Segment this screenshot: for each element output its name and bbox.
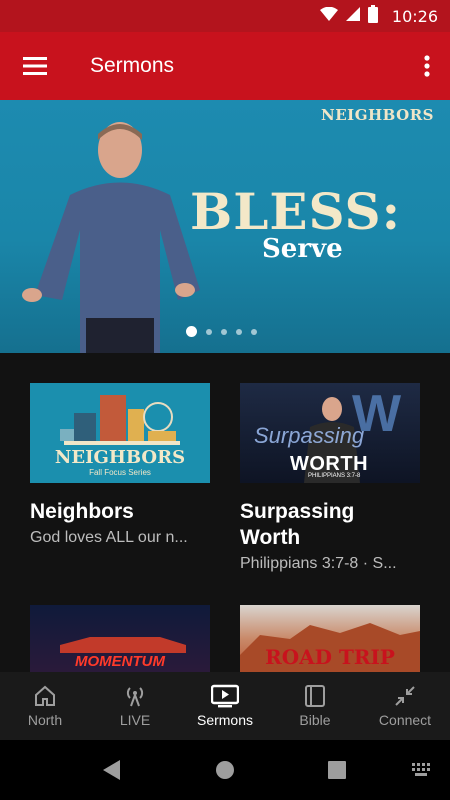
back-icon[interactable] [102, 760, 122, 780]
thumbnail-subtext: PHILIPPIANS 3:7-8 [308, 473, 361, 479]
thumbnail-subtext: Fall Focus Series [89, 468, 151, 477]
sermon-thumbnail: ROAD TRIP [240, 605, 420, 672]
more-vert-icon [424, 55, 430, 77]
sermon-title: Surpassing Worth [240, 500, 355, 549]
carousel-dot[interactable] [251, 328, 257, 335]
cell-signal-icon [345, 6, 360, 26]
thumbnail-text: NEIGHBORS [54, 447, 186, 468]
nav-label: Connect [378, 712, 432, 728]
nav-item-connect[interactable]: Connect [360, 672, 450, 740]
menu-button[interactable] [0, 32, 70, 100]
sermon-card[interactable]: ROAD TRIP [240, 605, 420, 672]
nav-label: LIVE [119, 712, 151, 728]
carousel-dot[interactable] [236, 328, 242, 335]
sermon-thumbnail: MOMENTUM [30, 605, 210, 672]
series-logo: NEIGHBORS [321, 106, 434, 124]
home-icon [35, 685, 55, 706]
overflow-menu-button[interactable] [404, 32, 450, 100]
broadcast-icon [126, 687, 144, 707]
page-title: Sermons [90, 54, 175, 77]
home-circle-icon[interactable] [215, 760, 235, 780]
nav-label: Bible [299, 712, 331, 728]
clock: 10:26 [391, 6, 438, 26]
battery-icon [367, 4, 378, 28]
keyboard-icon[interactable] [412, 763, 432, 777]
nav-item-sermons[interactable]: Sermons [180, 672, 270, 740]
nav-item-live[interactable]: LIVE [90, 672, 180, 740]
carousel-dot[interactable] [206, 328, 212, 335]
sermon-title: Neighbors [30, 500, 134, 523]
video-icon [211, 684, 239, 708]
status-bar: 10:26 [0, 0, 450, 32]
recents-icon[interactable] [328, 761, 346, 779]
sermon-description: Philippians 3:7-8 · S... [240, 555, 397, 572]
hero-title: BLESS: [190, 182, 402, 241]
sermon-description: God loves ALL our n... [30, 529, 188, 546]
hero-subtitle: Serve [262, 234, 343, 264]
thumbnail-text: ROAD TRIP [265, 645, 395, 669]
sermon-thumbnail: W Surpassing WORTH PHILIPPIANS 3:7-8 [240, 383, 420, 483]
nav-item-bible[interactable]: Bible [270, 672, 360, 740]
nav-item-north[interactable]: North [0, 672, 90, 740]
system-navigation-bar [0, 740, 450, 800]
sermon-card[interactable]: NEIGHBORS Fall Focus Series Neighbors Go… [30, 383, 210, 547]
sermon-card[interactable]: W Surpassing WORTH PHILIPPIANS 3:7-8 Sur… [240, 383, 420, 573]
nav-label: North [27, 712, 63, 728]
carousel-indicator [186, 326, 257, 337]
hamburger-icon [23, 57, 47, 75]
featured-banner[interactable]: NEIGHBORS BLESS: Serve [0, 100, 450, 353]
bottom-navigation: North LIVE Sermons Bible Connect [0, 672, 450, 740]
svg-text:Surpassing: Surpassing [254, 423, 365, 448]
sermon-card[interactable]: MOMENTUM [30, 605, 210, 672]
carousel-dot[interactable] [186, 326, 197, 337]
nav-label: Sermons [196, 712, 254, 728]
sermon-thumbnail: NEIGHBORS Fall Focus Series [30, 383, 210, 483]
wifi-icon [319, 6, 338, 26]
book-icon [305, 685, 325, 707]
thumbnail-text: MOMENTUM [75, 653, 165, 670]
carousel-dot[interactable] [221, 328, 227, 335]
app-bar: Sermons [0, 32, 450, 100]
collapse-arrows-icon [395, 686, 415, 706]
